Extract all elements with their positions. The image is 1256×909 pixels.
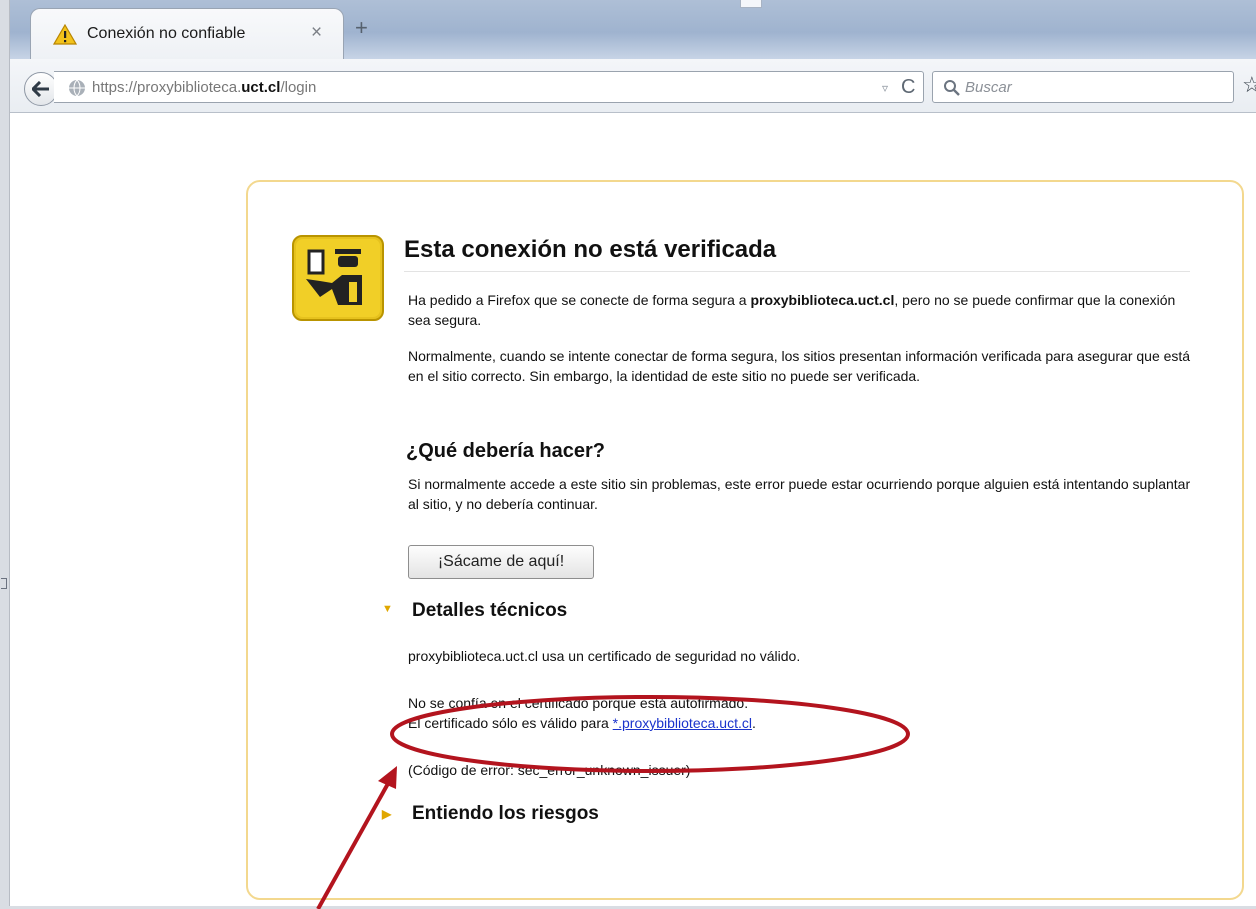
error-card: Esta conexión no está verificada Ha pedi… <box>246 180 1244 900</box>
tab-strip: Conexión no confiable × + <box>10 0 1256 60</box>
tab-untrusted-connection[interactable]: Conexión no confiable × <box>30 8 344 60</box>
history-dropmarker-icon[interactable]: ▿ <box>882 81 888 95</box>
reload-icon[interactable]: C <box>901 76 915 99</box>
url-domain: uct.cl <box>241 79 281 96</box>
side-resize-handle[interactable] <box>1 578 7 589</box>
tab-close-icon[interactable]: × <box>311 23 322 42</box>
search-icon <box>944 80 960 96</box>
page-title: Esta conexión no está verificada <box>404 236 777 263</box>
valid-for-end: . <box>751 715 756 731</box>
page-content: Esta conexión no está verificada Ha pedi… <box>10 113 1256 906</box>
technical-line-invalid-cert: proxybiblioteca.uct.cl usa un certificad… <box>408 648 801 664</box>
url-bar[interactable]: https://proxybiblioteca.uct.cl/login ▿ C <box>54 71 924 103</box>
technical-line-valid-for: El certificado sólo es válido para *.pro… <box>408 713 756 733</box>
search-placeholder: Buscar <box>965 79 1012 96</box>
tab-title: Conexión no confiable <box>87 25 246 42</box>
intro-text-start: Ha pedido a Firefox que se conecte de fo… <box>408 292 751 308</box>
certificate-domain-link[interactable]: *.proxybiblioteca.uct.cl <box>613 715 752 731</box>
intro-paragraph: Ha pedido a Firefox que se conecte de fo… <box>408 290 1188 330</box>
title-divider <box>404 271 1190 272</box>
error-code: (Código de error: sec_error_unknown_issu… <box>408 762 691 778</box>
technical-details-label: Detalles técnicos <box>412 600 568 621</box>
navigation-bar: https://proxybiblioteca.uct.cl/login ▿ C… <box>10 59 1256 113</box>
search-input[interactable]: Buscar <box>932 71 1234 103</box>
globe-icon[interactable] <box>68 79 86 97</box>
collapsed-triangle-icon: ▶ <box>382 807 392 821</box>
get-me-out-button[interactable]: ¡Sácame de aquí! <box>408 545 594 579</box>
explanation-paragraph: Normalmente, cuando se intente conectar … <box>408 348 1191 384</box>
window-grip <box>740 0 762 8</box>
url-path: /login <box>280 79 317 96</box>
bookmark-star-icon[interactable]: ☆ <box>1242 72 1256 98</box>
url-text[interactable]: https://proxybiblioteca.uct.cl/login <box>92 79 316 96</box>
new-tab-button[interactable]: + <box>355 17 368 39</box>
window-border-left <box>0 0 10 909</box>
back-arrow-icon <box>32 81 49 97</box>
officer-badge-icon <box>292 235 384 321</box>
back-button[interactable] <box>24 72 58 106</box>
technical-line-self-signed: No se confía en el certificado porque es… <box>408 695 749 711</box>
what-to-do-heading: ¿Qué debería hacer? <box>406 440 605 462</box>
advice-paragraph: Si normalmente accede a este sitio sin p… <box>408 476 1191 512</box>
understand-risks-label: Entiendo los riesgos <box>412 803 599 824</box>
warning-icon <box>53 24 77 45</box>
url-prefix: https://proxybiblioteca. <box>92 79 242 96</box>
intro-host: proxybiblioteca.uct.cl <box>750 292 895 308</box>
expanded-triangle-icon: ▼ <box>382 603 393 615</box>
valid-for-text: El certificado sólo es válido para <box>408 715 613 731</box>
